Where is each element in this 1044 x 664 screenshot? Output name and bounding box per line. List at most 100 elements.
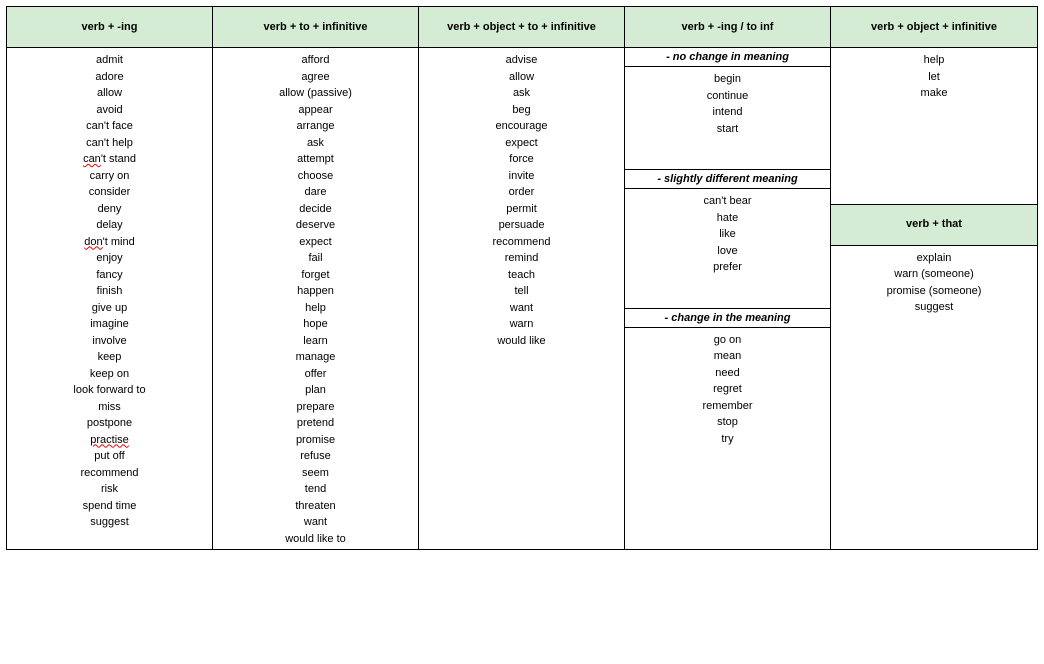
header-col5a: verb + object + infinitive [831, 7, 1037, 48]
word: finish [11, 283, 208, 300]
word: teach [423, 267, 620, 284]
word: ask [423, 85, 620, 102]
word: pretend [217, 415, 414, 432]
word: spend time [11, 498, 208, 515]
word: allow [423, 69, 620, 86]
word: agree [217, 69, 414, 86]
header-col4: verb + -ing / to inf [625, 7, 830, 48]
header-col1: verb + -ing [7, 7, 212, 48]
word: choose [217, 168, 414, 185]
word: mean [629, 348, 826, 365]
word: love [629, 243, 826, 260]
header-col2: verb + to + infinitive [213, 7, 418, 48]
word: invite [423, 168, 620, 185]
word: hope [217, 316, 414, 333]
word: adore [11, 69, 208, 86]
word: begin [629, 71, 826, 88]
word: continue [629, 88, 826, 105]
word: promise [217, 432, 414, 449]
word: fancy [11, 267, 208, 284]
word: force [423, 151, 620, 168]
word: encourage [423, 118, 620, 135]
word: manage [217, 349, 414, 366]
word: allow (passive) [217, 85, 414, 102]
word: would like to [217, 531, 414, 548]
word: involve [11, 333, 208, 350]
column-verb-ing-or-inf: verb + -ing / to inf - no change in mean… [625, 7, 831, 549]
word: help [217, 300, 414, 317]
word: expect [423, 135, 620, 152]
word: stop [629, 414, 826, 431]
column-verb-ing: verb + -ing admitadoreallowavoidcan't fa… [7, 7, 213, 549]
word: remember [629, 398, 826, 415]
word: learn [217, 333, 414, 350]
column-verb-to-inf: verb + to + infinitive affordagreeallow … [213, 7, 419, 549]
word: imagine [11, 316, 208, 333]
word: warn [423, 316, 620, 333]
column-verb-obj-inf-and-that: verb + object + infinitive helpletmake v… [831, 7, 1037, 549]
word: happen [217, 283, 414, 300]
word: order [423, 184, 620, 201]
list-col4-no-change: begincontinueintendstart [625, 67, 830, 139]
header-col3: verb + object + to + infinitive [419, 7, 624, 48]
list-col4-change-meaning: go onmeanneedregretrememberstoptry [625, 328, 830, 450]
word: practise [11, 432, 208, 449]
word: enjoy [11, 250, 208, 267]
word: intend [629, 104, 826, 121]
header-col5b: verb + that [831, 204, 1037, 246]
word: keep on [11, 366, 208, 383]
subheader-change-meaning: - change in the meaning [625, 308, 830, 328]
word: tell [423, 283, 620, 300]
subheader-slightly-different: - slightly different meaning [625, 169, 830, 189]
list-col2: affordagreeallow (passive)appeararrangea… [213, 48, 418, 549]
word: prepare [217, 399, 414, 416]
word: keep [11, 349, 208, 366]
word: regret [629, 381, 826, 398]
word: seem [217, 465, 414, 482]
list-col5-that: explainwarn (someone)promise (someone)su… [831, 246, 1037, 318]
word: forget [217, 267, 414, 284]
word: like [629, 226, 826, 243]
word: remind [423, 250, 620, 267]
word: can't bear [629, 193, 826, 210]
word: ask [217, 135, 414, 152]
word: fail [217, 250, 414, 267]
word: refuse [217, 448, 414, 465]
word: help [835, 52, 1033, 69]
word: deny [11, 201, 208, 218]
word: make [835, 85, 1033, 102]
word: can't stand [11, 151, 208, 168]
word: suggest [11, 514, 208, 531]
list-col5-obj-inf: helpletmake [831, 48, 1037, 104]
word: avoid [11, 102, 208, 119]
word: miss [11, 399, 208, 416]
word: decide [217, 201, 414, 218]
word: attempt [217, 151, 414, 168]
word: recommend [11, 465, 208, 482]
word: try [629, 431, 826, 448]
word: hate [629, 210, 826, 227]
word: afford [217, 52, 414, 69]
word: need [629, 365, 826, 382]
word: prefer [629, 259, 826, 276]
word: can't help [11, 135, 208, 152]
word: beg [423, 102, 620, 119]
word: postpone [11, 415, 208, 432]
word: give up [11, 300, 208, 317]
word: tend [217, 481, 414, 498]
word: would like [423, 333, 620, 350]
word: advise [423, 52, 620, 69]
list-col4-slightly-different: can't bearhatelikeloveprefer [625, 189, 830, 278]
word: put off [11, 448, 208, 465]
word: expect [217, 234, 414, 251]
list-col3: adviseallowaskbegencourageexpectforceinv… [419, 48, 624, 549]
column-verb-obj-to-inf: verb + object + to + infinitive adviseal… [419, 7, 625, 549]
verb-patterns-table: verb + -ing admitadore allow avoidcan't fa… [6, 6, 1038, 550]
word: look forward to [11, 382, 208, 399]
word: admit [11, 52, 208, 69]
word: carry on [11, 168, 208, 185]
word: go on [629, 332, 826, 349]
word: explain [835, 250, 1033, 267]
word: can't face [11, 118, 208, 135]
word: arrange [217, 118, 414, 135]
